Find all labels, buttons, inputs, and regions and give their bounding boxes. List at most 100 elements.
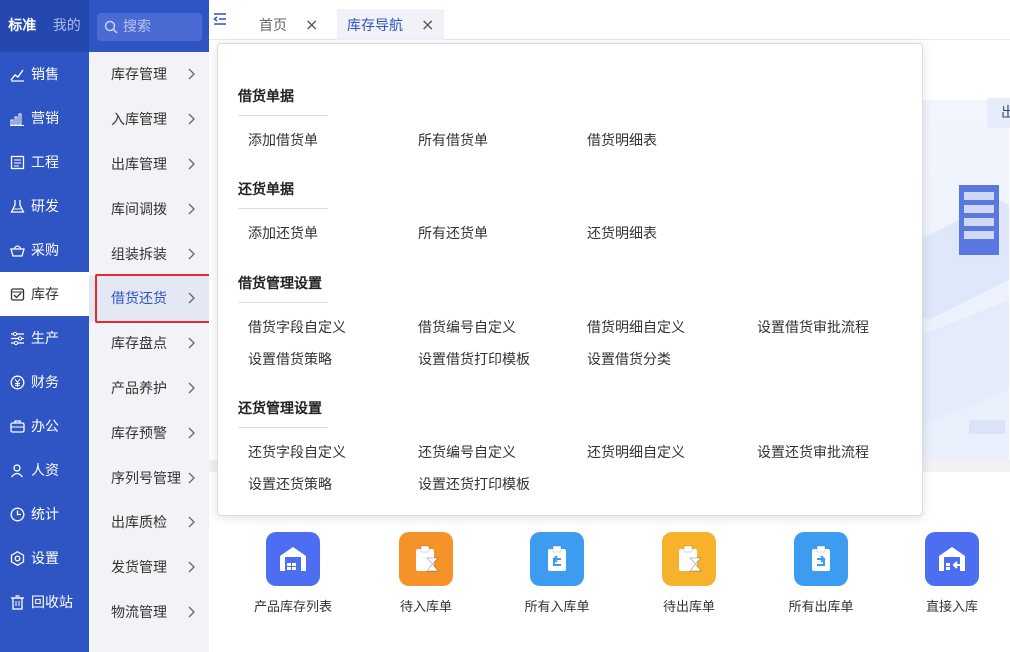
sub-nav-item-9[interactable]: 序列号管理 xyxy=(89,455,209,500)
chevron-right-icon xyxy=(185,158,197,170)
menu-link[interactable]: 还货明细自定义 xyxy=(587,442,685,462)
menu-link[interactable]: 还货明细表 xyxy=(587,223,657,243)
menu-link[interactable]: 设置借货分类 xyxy=(587,349,671,369)
chevron-right-icon xyxy=(185,472,197,484)
tab-home[interactable]: 首页 × xyxy=(259,9,318,40)
main-nav-item-6[interactable]: 生产 xyxy=(0,316,89,360)
sub-nav-item-4[interactable]: 组装拆装 xyxy=(89,231,209,276)
section-divider xyxy=(238,302,328,303)
chevron-right-icon xyxy=(185,68,197,80)
tab-inventory-nav[interactable]: 库存导航 × xyxy=(337,9,445,40)
user-icon xyxy=(9,462,25,478)
chevron-right-icon xyxy=(185,516,197,528)
clipboard-hourglass-icon xyxy=(662,532,716,586)
tab-inventory-nav-label: 库存导航 xyxy=(347,17,403,34)
main-nav-item-7[interactable]: 财务 xyxy=(0,360,89,404)
quick-action[interactable]: 待入库单 xyxy=(371,532,481,615)
warehouse-icon xyxy=(266,532,320,586)
chevron-right-icon xyxy=(185,427,197,439)
menu-link[interactable]: 借货编号自定义 xyxy=(418,317,516,337)
quick-action-label: 待入库单 xyxy=(399,600,452,615)
menu-link[interactable]: 设置还货策略 xyxy=(248,474,332,494)
main-nav-item-5[interactable]: 库存 xyxy=(0,272,89,316)
clipboard-hourglass-icon xyxy=(399,532,453,586)
sub-nav-item-11[interactable]: 发货管理 xyxy=(89,545,209,590)
sub-nav-label: 组装拆装 xyxy=(111,246,167,263)
sub-nav-item-2[interactable]: 出库管理 xyxy=(89,142,209,187)
quick-action[interactable]: 待出库单 xyxy=(634,532,744,615)
search-input[interactable] xyxy=(123,19,198,35)
sub-nav-label: 库存盘点 xyxy=(111,336,167,353)
sub-sidebar: 库存管理 入库管理 出库管理 库间调拨组装拆装借货还货库存盘点产品养护库存预警序列号管… xyxy=(89,52,219,652)
sub-nav-item-1[interactable]: 入库管理 xyxy=(89,97,209,142)
sub-nav-item-5[interactable]: 借货还货 xyxy=(89,273,219,323)
menu-link[interactable]: 还货编号自定义 xyxy=(418,442,516,462)
mode-tab-standard[interactable]: 标准 xyxy=(0,0,45,52)
quick-action-label: 直接入库 xyxy=(925,600,978,615)
quick-action[interactable]: 所有入库单 xyxy=(502,532,612,615)
chevron-right-icon xyxy=(185,292,197,304)
menu-link[interactable]: 借货明细表 xyxy=(587,130,657,150)
quick-action[interactable]: 产品库存列表 xyxy=(238,532,348,615)
menu-link[interactable]: 设置借货策略 xyxy=(248,349,332,369)
clipboard-out-icon xyxy=(794,532,848,586)
menu-link[interactable]: 设置还货打印模板 xyxy=(418,474,530,494)
signal-icon xyxy=(9,110,25,126)
main-nav-item-9[interactable]: 人资 xyxy=(0,448,89,492)
sub-nav-item-7[interactable]: 产品养护 xyxy=(89,366,209,411)
menu-link[interactable]: 借货字段自定义 xyxy=(248,317,346,337)
sub-nav-label: 出库质检 xyxy=(111,515,167,532)
tab-home-label: 首页 xyxy=(259,17,287,34)
main-sidebar: 标准 我的 销售 营销工程研发采购 库存生产财务 办公人资统计设置回收站 xyxy=(0,0,89,652)
main-nav-item-3[interactable]: 研发 xyxy=(0,184,89,228)
sub-nav-item-12[interactable]: 物流管理 xyxy=(89,590,209,635)
main-nav-label: 工程 xyxy=(31,155,59,171)
quick-action-label: 所有出库单 xyxy=(788,600,854,615)
search-bar-area xyxy=(89,0,209,52)
chevron-right-icon xyxy=(185,203,197,215)
flask-icon xyxy=(9,198,25,214)
sub-nav-item-3[interactable]: 库间调拨 xyxy=(89,186,209,231)
main-nav-label: 设置 xyxy=(31,551,59,567)
main-nav-label: 人资 xyxy=(31,463,59,479)
menu-link[interactable]: 设置借货审批流程 xyxy=(757,317,869,337)
main-nav-item-12[interactable]: 回收站 xyxy=(0,580,89,624)
menu-link[interactable]: 设置借货打印模板 xyxy=(418,349,530,369)
sub-nav-item-8[interactable]: 库存预警 xyxy=(89,410,209,455)
main-nav-item-0[interactable]: 销售 xyxy=(0,52,89,96)
sub-nav-item-0[interactable]: 库存管理 xyxy=(89,52,209,97)
menu-link[interactable]: 所有还货单 xyxy=(418,223,488,243)
menu-link[interactable]: 所有借货单 xyxy=(418,130,488,150)
menu-link[interactable]: 借货明细自定义 xyxy=(587,317,685,337)
sub-nav-item-6[interactable]: 库存盘点 xyxy=(89,321,209,366)
mode-tab-mine[interactable]: 我的 xyxy=(45,0,90,52)
main-nav-item-10[interactable]: 统计 xyxy=(0,492,89,536)
quick-action[interactable]: 所有出库单 xyxy=(766,532,876,615)
quick-action[interactable]: 直接入库 xyxy=(897,532,1007,615)
search-box[interactable] xyxy=(97,13,202,41)
menu-link[interactable]: 添加还货单 xyxy=(248,223,318,243)
menu-link[interactable]: 设置还货审批流程 xyxy=(757,442,869,462)
clock-icon xyxy=(9,506,25,522)
main-nav-item-4[interactable]: 采购 xyxy=(0,228,89,272)
main-nav-item-8[interactable]: 办公 xyxy=(0,404,89,448)
trash-icon xyxy=(9,594,25,610)
sub-nav-label: 产品养护 xyxy=(111,380,167,397)
sub-nav-label: 库存预警 xyxy=(111,425,167,442)
close-icon[interactable]: × xyxy=(305,15,318,34)
menu-link[interactable]: 添加借货单 xyxy=(248,130,318,150)
collapse-menu-icon[interactable] xyxy=(213,12,227,26)
main-nav-item-11[interactable]: 设置 xyxy=(0,536,89,580)
bar-chart-icon xyxy=(9,66,25,82)
main-nav-label: 生产 xyxy=(31,331,59,347)
sub-nav-item-10[interactable]: 出库质检 xyxy=(89,500,209,545)
tab-bar: 首页 × 库存导航 × xyxy=(209,0,1010,40)
menu-link[interactable]: 还货字段自定义 xyxy=(248,442,346,462)
chevron-right-icon xyxy=(185,248,197,260)
main-nav-label: 研发 xyxy=(31,199,59,215)
main-nav-item-1[interactable]: 营销 xyxy=(0,96,89,140)
main-nav-item-2[interactable]: 工程 xyxy=(0,140,89,184)
clipboard-in-icon xyxy=(530,532,584,586)
section-divider xyxy=(238,115,328,116)
close-icon[interactable]: × xyxy=(421,15,434,34)
